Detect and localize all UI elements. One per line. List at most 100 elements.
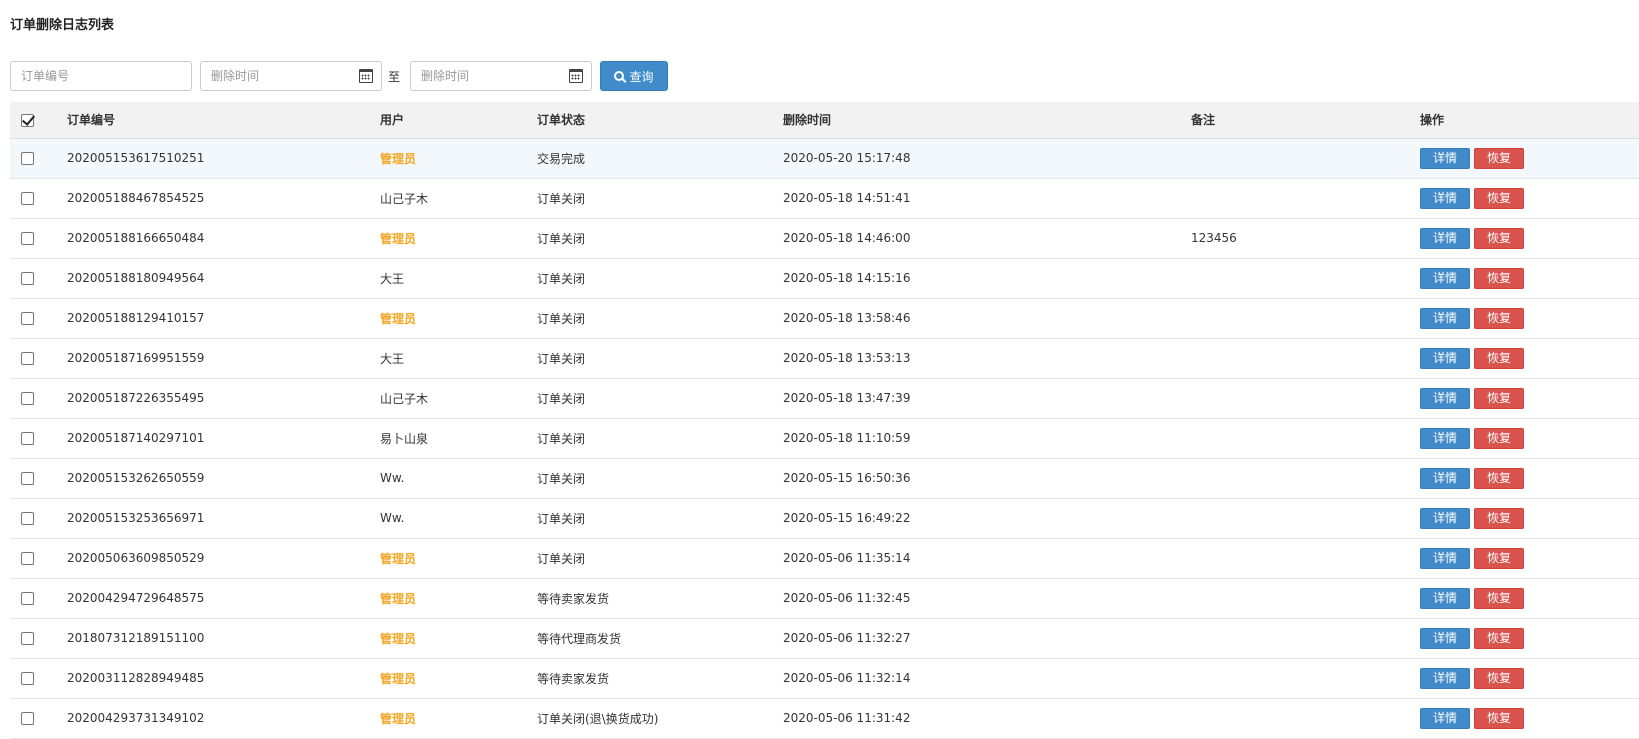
row-checkbox[interactable] (21, 152, 34, 165)
row-checkbox[interactable] (21, 232, 34, 245)
detail-button[interactable]: 详情 (1420, 187, 1470, 209)
row-checkbox[interactable] (21, 392, 34, 405)
user-cell: 山己子木 (380, 191, 429, 206)
table-row: 202005188467854525 山己子木 订单关闭 2020-05-18 14:… (10, 178, 1639, 218)
detail-button[interactable]: 详情 (1420, 227, 1470, 249)
order-no-cell: 202005188180949564 (67, 271, 205, 285)
restore-button[interactable]: 恢复 (1474, 187, 1524, 209)
restore-button[interactable]: 恢复 (1474, 627, 1524, 649)
status-cell: 等待代理商发货 (537, 631, 622, 646)
row-checkbox[interactable] (21, 352, 34, 365)
status-cell: 交易完成 (537, 151, 586, 166)
detail-button[interactable]: 详情 (1420, 507, 1470, 529)
note-cell (1191, 498, 1420, 538)
row-checkbox[interactable] (21, 552, 34, 565)
row-check-cell (10, 298, 67, 338)
restore-button[interactable]: 恢复 (1474, 707, 1524, 729)
ops-cell: 详情 恢复 (1420, 138, 1639, 178)
user-cell: 管理员 (380, 151, 417, 166)
restore-button[interactable]: 恢复 (1474, 267, 1524, 289)
ops-cell: 详情 恢复 (1420, 498, 1639, 538)
order-no-cell: 202004294729648575 (67, 591, 205, 605)
detail-button[interactable]: 详情 (1420, 667, 1470, 689)
ops-cell: 详情 恢复 (1420, 418, 1639, 458)
restore-button[interactable]: 恢复 (1474, 547, 1524, 569)
status-cell: 订单关闭 (537, 191, 586, 206)
table-row: 201807312189151100 管理员 等待代理商发货 2020-05-06 1… (10, 618, 1639, 658)
row-checkbox[interactable] (21, 312, 34, 325)
delete-time-cell: 2020-05-06 11:32:45 (783, 591, 911, 605)
calendar-icon[interactable] (569, 69, 583, 83)
restore-button[interactable]: 恢复 (1474, 667, 1524, 689)
calendar-icon[interactable] (359, 69, 373, 83)
ops-cell: 详情 恢复 (1420, 658, 1639, 698)
detail-button[interactable]: 详情 (1420, 147, 1470, 169)
restore-button[interactable]: 恢复 (1474, 507, 1524, 529)
table-row: 202005063609850529 管理员 订单关闭 2020-05-06 11:3… (10, 538, 1639, 578)
date-to-field[interactable] (410, 61, 592, 91)
row-checkbox[interactable] (21, 672, 34, 685)
ops-cell: 详情 恢复 (1420, 378, 1639, 418)
row-checkbox[interactable] (21, 512, 34, 525)
table-row: 202004294729648575 管理员 等待卖家发货 2020-05-06 11… (10, 578, 1639, 618)
user-cell: 管理员 (380, 671, 417, 686)
restore-button[interactable]: 恢复 (1474, 427, 1524, 449)
order-no-cell: 202005153617510251 (67, 151, 205, 165)
row-check-cell (10, 378, 67, 418)
row-check-cell (10, 338, 67, 378)
detail-button[interactable]: 详情 (1420, 307, 1470, 329)
restore-button[interactable]: 恢复 (1474, 467, 1524, 489)
delete-time-cell: 2020-05-18 14:15:16 (783, 271, 911, 285)
row-check-cell (10, 498, 67, 538)
table-row: 202005188166650484 管理员 订单关闭 2020-05-18 14:4… (10, 218, 1639, 258)
order-no-cell: 202005187169951559 (67, 351, 205, 365)
detail-button[interactable]: 详情 (1420, 467, 1470, 489)
detail-button[interactable]: 详情 (1420, 387, 1470, 409)
date-from-field[interactable] (200, 61, 382, 91)
row-checkbox[interactable] (21, 272, 34, 285)
select-all-checkbox[interactable] (21, 113, 34, 127)
row-checkbox[interactable] (21, 192, 34, 205)
order-no-input[interactable] (11, 62, 191, 90)
note-cell (1191, 418, 1420, 458)
detail-button[interactable]: 详情 (1420, 347, 1470, 369)
restore-button[interactable]: 恢复 (1474, 307, 1524, 329)
header-user: 用户 (380, 102, 537, 139)
user-cell: 管理员 (380, 591, 417, 606)
restore-button[interactable]: 恢复 (1474, 347, 1524, 369)
restore-button[interactable]: 恢复 (1474, 387, 1524, 409)
delete-time-cell: 2020-05-15 16:49:22 (783, 511, 911, 525)
order-no-field[interactable] (10, 61, 192, 91)
row-check-cell (10, 258, 67, 298)
row-checkbox[interactable] (21, 472, 34, 485)
row-checkbox[interactable] (21, 592, 34, 605)
detail-button[interactable]: 详情 (1420, 627, 1470, 649)
row-checkbox[interactable] (21, 712, 34, 725)
header-ops: 操作 (1420, 102, 1639, 139)
row-check-cell (10, 458, 67, 498)
detail-button[interactable]: 详情 (1420, 707, 1470, 729)
detail-button[interactable]: 详情 (1420, 427, 1470, 449)
row-check-cell (10, 538, 67, 578)
search-button[interactable]: 查询 (600, 61, 668, 91)
detail-button[interactable]: 详情 (1420, 267, 1470, 289)
restore-button[interactable]: 恢复 (1474, 147, 1524, 169)
user-cell: 管理员 (380, 311, 417, 326)
detail-button[interactable]: 详情 (1420, 587, 1470, 609)
restore-button[interactable]: 恢复 (1474, 227, 1524, 249)
row-check-cell (10, 658, 67, 698)
date-from-input[interactable] (201, 62, 351, 90)
status-cell: 订单关闭 (537, 351, 586, 366)
note-cell (1191, 458, 1420, 498)
order-no-cell: 202003112828949485 (67, 671, 205, 685)
date-to-input[interactable] (411, 62, 561, 90)
page-title: 订单删除日志列表 (10, 18, 115, 33)
row-checkbox[interactable] (21, 432, 34, 445)
row-check-cell (10, 178, 67, 218)
detail-button[interactable]: 详情 (1420, 547, 1470, 569)
restore-button[interactable]: 恢复 (1474, 587, 1524, 609)
ops-cell: 详情 恢复 (1420, 258, 1639, 298)
delete-time-cell: 2020-05-06 11:35:14 (783, 551, 911, 565)
row-checkbox[interactable] (21, 632, 34, 645)
table-row: 202003112828949485 管理员 等待卖家发货 2020-05-06 11… (10, 658, 1639, 698)
